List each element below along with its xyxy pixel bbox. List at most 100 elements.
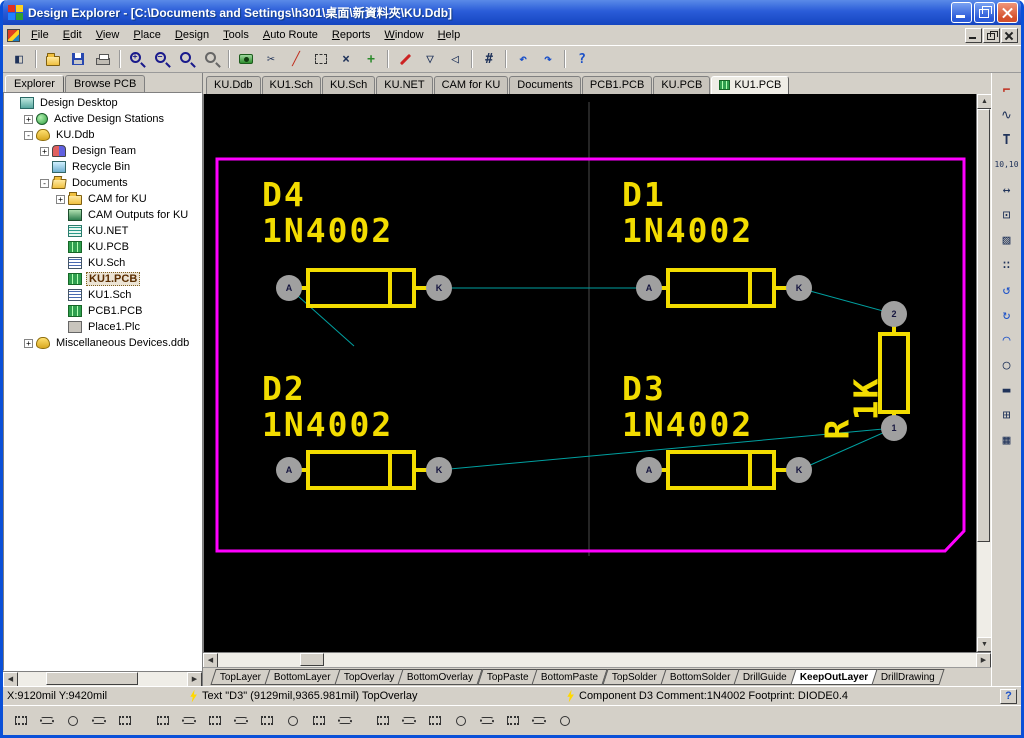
zoom-out-button[interactable]: − [150, 48, 174, 70]
sip8-footprint-button[interactable] [449, 710, 473, 732]
menu-help[interactable]: Help [431, 26, 468, 44]
scroll-up-icon[interactable]: ▲ [977, 94, 992, 109]
pad-d2-a[interactable]: A [276, 457, 302, 483]
dip24-footprint-button[interactable] [333, 710, 357, 732]
dip16-footprint-button[interactable] [255, 710, 279, 732]
sip6-footprint-button[interactable] [423, 710, 447, 732]
menu-place[interactable]: Place [126, 26, 168, 44]
pad-d4-a[interactable]: A [276, 275, 302, 301]
tree-item-ku-sch[interactable]: KU.Sch [4, 255, 201, 271]
place-coordinate-button[interactable]: 10,10 [995, 154, 1019, 176]
place-line-button[interactable]: ∿ [995, 104, 1019, 126]
pad-d2-k[interactable]: K [426, 457, 452, 483]
split-plane-button[interactable]: ◁ [443, 48, 467, 70]
menu-window[interactable]: Window [377, 26, 430, 44]
scroll-thumb[interactable] [300, 653, 324, 666]
tree-item-ku-pcb[interactable]: KU.PCB [4, 239, 201, 255]
place-polygon-button[interactable]: ▦ [995, 429, 1019, 451]
scroll-track[interactable] [218, 653, 976, 667]
dip4-footprint-button[interactable] [151, 710, 175, 732]
doc-tab-ku-sch[interactable]: KU.Sch [322, 76, 375, 94]
designator-label-d1[interactable]: D1 [622, 178, 666, 211]
tree-item-cam-for-ku[interactable]: +CAM for KU [4, 191, 201, 207]
expand-toggle[interactable]: + [56, 195, 65, 204]
menu-tools[interactable]: Tools [216, 26, 256, 44]
dip6-footprint-button[interactable] [177, 710, 201, 732]
polygon-plane-button[interactable]: ▽ [418, 48, 442, 70]
layer-tab-toppaste[interactable]: TopPaste [477, 669, 538, 685]
doc-tab-cam-for-ku[interactable]: CAM for KU [434, 76, 509, 94]
doc-tab-ku-pcb[interactable]: KU.PCB [653, 76, 710, 94]
interactive-routing-button[interactable]: ⌐ [995, 79, 1019, 101]
scroll-left-icon[interactable]: ◀ [3, 672, 18, 687]
expand-toggle[interactable]: + [24, 115, 33, 124]
scroll-right-icon[interactable]: ▶ [976, 653, 991, 668]
tree-item-active-design-stations[interactable]: +Active Design Stations [4, 111, 201, 127]
help-button[interactable]: ? [570, 48, 594, 70]
menu-auto-route[interactable]: Auto Route [256, 26, 325, 44]
comment-label-r[interactable]: 1K [850, 375, 883, 423]
tree-item-ku1-pcb[interactable]: KU1.PCB [4, 271, 201, 287]
expand-toggle[interactable]: - [40, 179, 49, 188]
place-string-button[interactable]: T [995, 129, 1019, 151]
smd-chip-footprint-button[interactable] [475, 710, 499, 732]
doc-tab-pcb1-pcb[interactable]: PCB1.PCB [582, 76, 652, 94]
tree-item-misc-devices[interactable]: +Miscellaneous Devices.ddb [4, 335, 201, 351]
designator-label-d3[interactable]: D3 [622, 372, 666, 405]
tree-item-ku-net[interactable]: KU.NET [4, 223, 201, 239]
layer-tab-bottomlayer[interactable]: BottomLayer [265, 669, 341, 685]
pad-d1-k[interactable]: K [786, 275, 812, 301]
layer-tab-topsolder[interactable]: TopSolder [602, 669, 666, 685]
expand-toggle[interactable]: - [24, 131, 33, 140]
expand-toggle[interactable]: + [24, 339, 33, 348]
comment-label-d3[interactable]: 1N4002 [622, 408, 753, 441]
designator-label-d4[interactable]: D4 [262, 178, 306, 211]
array-placement-button[interactable] [9, 710, 33, 732]
layer-tab-bottomsolder[interactable]: BottomSolder [660, 669, 740, 685]
comment-label-d1[interactable]: 1N4002 [622, 214, 753, 247]
tree-item-ku1-sch[interactable]: KU1.Sch [4, 287, 201, 303]
sot-footprint-button[interactable] [501, 710, 525, 732]
tree-item-design-team[interactable]: +Design Team [4, 143, 201, 159]
arc-by-center-button[interactable]: ↺ [995, 279, 1019, 301]
layer-tab-drillguide[interactable]: DrillGuide [734, 669, 797, 685]
place-array-button[interactable]: ∷ [995, 254, 1019, 276]
diode-footprint-button[interactable] [113, 710, 137, 732]
open-button[interactable] [41, 48, 65, 70]
layer-tab-toplayer[interactable]: TopLayer [210, 669, 270, 685]
move-object-button[interactable]: + [359, 48, 383, 70]
polar-capacitor-footprint-button[interactable] [87, 710, 111, 732]
arc-by-edge-button[interactable]: ↻ [995, 304, 1019, 326]
canvas-vertical-scrollbar[interactable]: ▲ ▼ [976, 94, 991, 652]
doc-tab-ku1-sch[interactable]: KU1.Sch [262, 76, 321, 94]
doc-tab-documents[interactable]: Documents [509, 76, 581, 94]
mdi-close-button[interactable] [1001, 28, 1018, 43]
designator-label-d2[interactable]: D2 [262, 372, 306, 405]
tree-item-pcb1-pcb[interactable]: PCB1.PCB [4, 303, 201, 319]
undo-button[interactable]: ↶ [511, 48, 535, 70]
soic-footprint-button[interactable] [527, 710, 551, 732]
dip14-footprint-button[interactable] [229, 710, 253, 732]
document-system-icon[interactable] [7, 29, 20, 42]
knife-button[interactable]: ╱ [284, 48, 308, 70]
pad-d3-a[interactable]: A [636, 457, 662, 483]
zoom-area-button[interactable] [175, 48, 199, 70]
layer-tab-bottomoverlay[interactable]: BottomOverlay [398, 669, 483, 685]
redo-button[interactable]: ↷ [536, 48, 560, 70]
tree-item-recycle-bin[interactable]: Recycle Bin [4, 159, 201, 175]
pcb-canvas[interactable]: D4 1N4002 D1 1N4002 D2 1N4002 D3 1N4002 … [204, 94, 976, 652]
dip18-footprint-button[interactable] [281, 710, 305, 732]
restore-button[interactable] [974, 2, 995, 23]
arc-any-angle-button[interactable]: ◠ [995, 329, 1019, 351]
pad-d1-a[interactable]: A [636, 275, 662, 301]
snap-grid-button[interactable]: # [477, 48, 501, 70]
doc-tab-ku-ddb[interactable]: KU.Ddb [206, 76, 261, 94]
doc-tab-ku-net[interactable]: KU.NET [376, 76, 432, 94]
tree-horizontal-scrollbar[interactable]: ◀ ▶ [3, 671, 202, 686]
zoom-document-button[interactable] [200, 48, 224, 70]
resistor-footprint-button[interactable] [35, 710, 59, 732]
crystal-footprint-button[interactable] [553, 710, 577, 732]
tree-item-ku-ddb[interactable]: -KU.Ddb [4, 127, 201, 143]
place-room-button[interactable]: ▨ [995, 229, 1019, 251]
scroll-thumb[interactable] [46, 672, 138, 685]
